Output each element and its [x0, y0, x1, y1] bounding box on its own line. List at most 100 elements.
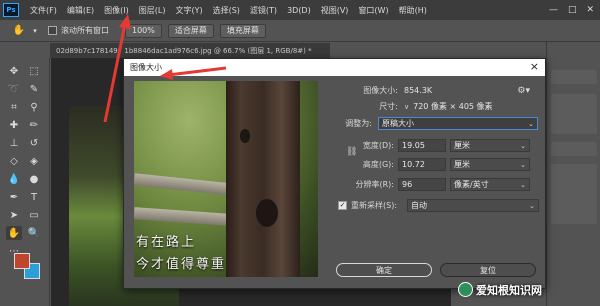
paint-bucket-icon[interactable]: ◈: [26, 154, 42, 168]
preview-caption-line1: 有在路上: [136, 235, 197, 250]
crop-tool-icon[interactable]: ⌗: [6, 100, 22, 114]
dimensions-label: 尺寸:: [379, 102, 398, 111]
fit-to-label: 调整为:: [345, 119, 372, 128]
annotation-arrow-menu: [103, 14, 131, 123]
eyedropper-tool-icon[interactable]: ⚲: [26, 100, 42, 114]
height-unit-value: 厘米: [454, 160, 470, 169]
lasso-tool-icon[interactable]: ➰: [6, 82, 22, 96]
quick-select-tool-icon[interactable]: ✎: [26, 82, 42, 96]
watermark-text: 爱知根知识网: [476, 284, 542, 297]
resample-checkbox[interactable]: ✓: [338, 201, 347, 210]
resample-row: ✓ 重新采样(S): 自动 ⌄: [338, 199, 540, 212]
panels-dock: [546, 42, 600, 306]
height-unit-select[interactable]: 厘米 ⌄: [450, 158, 530, 171]
close-window-button[interactable]: ✕: [586, 5, 594, 15]
menu-layer[interactable]: 图层(L): [134, 5, 171, 16]
window-controls: — □ ✕: [549, 5, 600, 15]
image-size-dialog: 图像大小 × 有在路上 今才值得尊重 图像大小: 854.3K ⚙▾ 尺寸: ∨…: [123, 58, 546, 289]
document-tab[interactable]: 02d89b7c1781497 1b8846dac1ad976c6.jpg @ …: [50, 43, 330, 58]
scroll-all-windows-checkbox[interactable]: [48, 26, 57, 35]
watermark-logo: [458, 282, 473, 297]
chevron-down-icon[interactable]: ▾: [28, 25, 42, 37]
panel-content: [551, 94, 597, 134]
width-label: 宽度(D):: [362, 141, 394, 150]
fit-to-row: 调整为: 原稿大小 ⌄: [330, 117, 538, 130]
panel-tab[interactable]: [551, 142, 597, 156]
menu-3d[interactable]: 3D(D): [282, 6, 316, 15]
resolution-label: 分辨率(R):: [355, 180, 395, 189]
marquee-tool-icon[interactable]: ⬚: [26, 64, 42, 78]
chevron-down-icon: ⌄: [520, 160, 526, 169]
clone-stamp-icon[interactable]: ⊥: [6, 136, 22, 150]
photoshop-logo: Ps: [3, 3, 19, 17]
image-size-label: 图像大小:: [363, 86, 398, 95]
menu-bar: Ps 文件(F) 编辑(E) 图像(I) 图层(L) 文字(Y) 选择(S) 滤…: [0, 0, 600, 20]
dimensions-row: 尺寸: ∨ 720 像素 × 405 像素: [330, 101, 530, 112]
height-row: 高度(G): 10.72 厘米 ⌄: [330, 158, 530, 171]
menu-window[interactable]: 窗口(W): [353, 5, 393, 16]
close-icon[interactable]: ×: [530, 61, 539, 73]
fit-to-value: 原稿大小: [382, 119, 414, 128]
width-unit-select[interactable]: 厘米 ⌄: [450, 139, 530, 152]
post-knot: [240, 129, 250, 143]
menu-type[interactable]: 文字(Y): [170, 5, 207, 16]
resample-value: 自动: [411, 201, 428, 210]
height-label: 高度(G):: [362, 160, 394, 169]
type-tool-icon[interactable]: T: [26, 190, 42, 204]
dimensions-value: 720 像素 × 405 像素: [413, 102, 493, 111]
chevron-down-icon: ⌄: [529, 201, 536, 210]
fill-screen-button[interactable]: 填充屏幕: [219, 23, 266, 38]
menu-help[interactable]: 帮助(H): [394, 5, 432, 16]
width-unit-value: 厘米: [454, 141, 470, 150]
reset-button[interactable]: 复位: [440, 263, 536, 277]
post-knot: [256, 199, 278, 227]
panel-tab[interactable]: [551, 70, 597, 84]
menu-select[interactable]: 选择(S): [208, 5, 245, 16]
settings-gear-icon[interactable]: ⚙▾: [517, 86, 530, 96]
height-input[interactable]: 10.72: [398, 158, 446, 171]
menu-file[interactable]: 文件(F): [25, 5, 62, 16]
maximize-button[interactable]: □: [568, 5, 577, 15]
annotation-arrow-dialog: [160, 66, 227, 80]
wooden-post: [226, 81, 300, 277]
hand-tool-icon[interactable]: ✋: [12, 25, 26, 37]
history-brush-icon[interactable]: ↺: [26, 136, 42, 150]
hand-tool-active-icon[interactable]: ✋: [6, 226, 22, 240]
fit-to-select[interactable]: 原稿大小 ⌄: [378, 117, 538, 130]
menu-filter[interactable]: 滤镜(T): [245, 5, 282, 16]
dodge-tool-icon[interactable]: ●: [26, 172, 42, 186]
width-row: 宽度(D): 19.05 厘米 ⌄: [330, 139, 530, 152]
chevron-down-icon: ⌄: [520, 141, 526, 150]
minimize-button[interactable]: —: [549, 5, 558, 15]
ok-button[interactable]: 确定: [336, 263, 432, 277]
resample-select[interactable]: 自动 ⌄: [407, 199, 540, 212]
image-preview[interactable]: 有在路上 今才值得尊重: [134, 81, 318, 277]
image-size-value: 854.3K: [404, 86, 433, 95]
panel-content: [551, 164, 597, 224]
chevron-down-icon: ⌄: [528, 119, 534, 128]
resolution-input[interactable]: 96: [398, 178, 446, 191]
dimensions-dropdown-icon[interactable]: ∨: [404, 103, 409, 111]
chevron-down-icon: ⌄: [520, 180, 526, 189]
photoshop-window: Ps 文件(F) 编辑(E) 图像(I) 图层(L) 文字(Y) 选择(S) 滤…: [0, 0, 600, 306]
brush-tool-icon[interactable]: ✏: [26, 118, 42, 132]
resolution-row: 分辨率(R): 96 像素/英寸 ⌄: [330, 178, 530, 191]
shape-tool-icon[interactable]: ▭: [26, 208, 42, 222]
move-tool-icon[interactable]: ✥: [6, 64, 22, 78]
options-bar: ✋ ▾ 滚动所有窗口 100% 适合屏幕 填充屏幕: [0, 20, 600, 42]
path-select-icon[interactable]: ➤: [6, 208, 22, 222]
foreground-color-swatch[interactable]: [14, 253, 30, 269]
healing-brush-icon[interactable]: ✚: [6, 118, 22, 132]
fit-screen-button[interactable]: 适合屏幕: [167, 23, 214, 38]
preview-caption-line2: 今才值得尊重: [136, 257, 227, 272]
pen-tool-icon[interactable]: ✒: [6, 190, 22, 204]
menu-view[interactable]: 视图(V): [316, 5, 354, 16]
blur-tool-icon[interactable]: 💧: [6, 172, 22, 186]
image-size-row: 图像大小: 854.3K ⚙▾: [330, 85, 530, 96]
eraser-tool-icon[interactable]: ◇: [6, 154, 22, 168]
menu-edit[interactable]: 编辑(E): [62, 5, 99, 16]
width-input[interactable]: 19.05: [398, 139, 446, 152]
zoom-tool-icon[interactable]: 🔍: [26, 226, 42, 240]
resolution-unit-select[interactable]: 像素/英寸 ⌄: [450, 178, 530, 191]
resample-label: 重新采样(S):: [351, 201, 398, 210]
